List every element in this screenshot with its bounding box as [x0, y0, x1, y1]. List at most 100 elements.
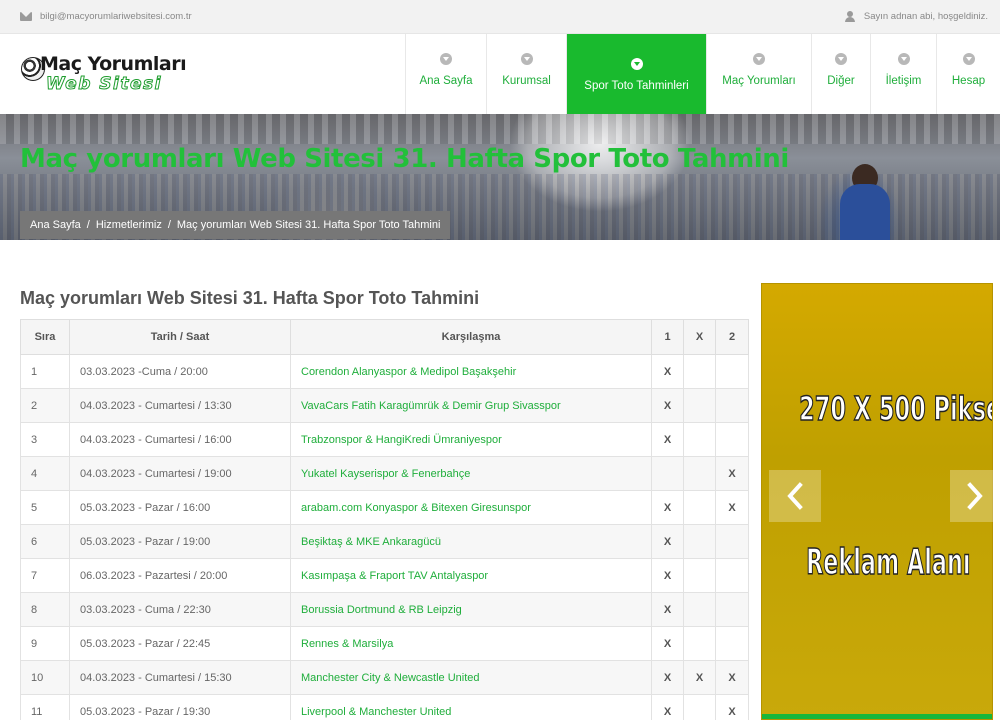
- cell-match[interactable]: Borussia Dortmund & RB Leipzig: [290, 592, 652, 627]
- cell-match[interactable]: Manchester City & Newcastle United: [290, 660, 652, 695]
- welcome-message: Sayın adnan abi, hoşgeldiniz.: [844, 11, 988, 22]
- table-row: 11 05.03.2023 - Pazar / 19:30 Liverpool & …: [20, 694, 749, 720]
- chevron-down-circle-icon: [630, 58, 643, 70]
- cell-pick-1: X: [651, 660, 684, 695]
- cell-pick-1: X: [651, 422, 684, 457]
- nav-item-kurumsal[interactable]: Kurumsal: [486, 34, 566, 114]
- logo-line2: Web Sitesi: [46, 74, 162, 95]
- cell-date: 04.03.2023 - Cumartesi / 13:30: [69, 388, 291, 423]
- content-heading: Maç yorumları Web Sitesi 31. Hafta Spor …: [20, 288, 480, 308]
- cell-pick-1: X: [651, 490, 684, 525]
- cell-match[interactable]: Yukatel Kayserispor & Fenerbahçe: [290, 456, 652, 491]
- main-nav: Ana Sayfa Kurumsal Spor Toto Tahminleri …: [405, 34, 1000, 114]
- chevron-down-circle-icon: [440, 53, 452, 65]
- ad-label-text: Reklam Alanı: [806, 541, 971, 584]
- cell-pick-2: X: [715, 694, 749, 720]
- table-row: 4 04.03.2023 - Cumartesi / 19:00 Yukatel K…: [20, 456, 749, 491]
- cell-date: 05.03.2023 - Pazar / 22:45: [69, 626, 291, 661]
- breadcrumb-link-home[interactable]: Ana Sayfa: [30, 219, 81, 231]
- cell-pick-1: X: [651, 354, 684, 389]
- chevron-right-icon: [967, 482, 983, 510]
- cell-no: 9: [20, 626, 70, 661]
- nav-item-spor-toto-tahminleri[interactable]: Spor Toto Tahminleri: [566, 34, 706, 114]
- cell-date: 04.03.2023 - Cumartesi / 19:00: [69, 456, 291, 491]
- contact-email[interactable]: bilgi@macyorumlariwebsitesi.com.tr: [20, 11, 192, 22]
- cell-no: 10: [20, 660, 70, 695]
- cell-pick-2: X: [715, 490, 749, 525]
- col-header-tarih: Tarih / Saat: [69, 319, 291, 355]
- nav-label: Spor Toto Tahminleri: [584, 80, 689, 92]
- breadcrumb: Ana Sayfa / Hizmetlerimiz / Maç yorumlar…: [20, 211, 451, 239]
- nav-item-mac-yorumlari[interactable]: Maç Yorumları: [706, 34, 811, 114]
- nav-label: İletişim: [885, 75, 922, 87]
- cell-no: 6: [20, 524, 70, 559]
- cell-date: 04.03.2023 - Cumartesi / 16:00: [69, 422, 291, 457]
- ad-size-text: 270 X 500 Piksel: [799, 388, 993, 429]
- cell-pick-2: [715, 388, 749, 423]
- cell-match[interactable]: Kasımpaşa & Fraport TAV Antalyaspor: [290, 558, 652, 593]
- site-logo[interactable]: Maç Yorumları Web Sitesi: [20, 52, 200, 96]
- cell-no: 3: [20, 422, 70, 457]
- user-icon: [844, 11, 855, 22]
- cell-date: 03.03.2023 -Cuma / 20:00: [69, 354, 291, 389]
- logo-line1: Maç Yorumları: [40, 53, 187, 75]
- table-row: 2 04.03.2023 - Cumartesi / 13:30 VavaCars …: [20, 388, 749, 423]
- nav-label: Diğer: [827, 75, 855, 87]
- cell-pick-x: X: [683, 660, 716, 695]
- slider-prev-button[interactable]: [769, 470, 821, 522]
- breadcrumb-link-services[interactable]: Hizmetlerimiz: [96, 219, 162, 231]
- cell-pick-x: [683, 490, 716, 525]
- cell-pick-x: [683, 422, 716, 457]
- nav-label: Kurumsal: [502, 75, 551, 87]
- chevron-down-circle-icon: [962, 53, 975, 65]
- nav-item-ana-sayfa[interactable]: Ana Sayfa: [405, 34, 486, 114]
- cell-pick-2: [715, 524, 749, 559]
- cell-pick-x: [683, 626, 716, 661]
- cell-pick-x: [683, 456, 716, 491]
- welcome-text: Sayın adnan abi, hoşgeldiniz.: [863, 11, 988, 22]
- nav-item-iletisim[interactable]: İletişim: [870, 34, 936, 114]
- cell-match[interactable]: Rennes & Marsilya: [290, 626, 652, 661]
- chevron-down-circle-icon: [520, 53, 533, 65]
- cell-pick-x: [683, 694, 716, 720]
- cell-pick-2: X: [715, 456, 749, 491]
- email-text[interactable]: bilgi@macyorumlariwebsitesi.com.tr: [40, 11, 192, 22]
- cell-pick-1: X: [651, 558, 684, 593]
- chevron-left-icon: [787, 482, 803, 510]
- nav-item-diger[interactable]: Diğer: [811, 34, 870, 114]
- cell-match[interactable]: Trabzonspor & HangiKredi Ümraniyespor: [290, 422, 652, 457]
- cell-no: 8: [20, 592, 70, 627]
- cell-no: 1: [20, 354, 70, 389]
- cell-date: 05.03.2023 - Pazar / 19:00: [69, 524, 291, 559]
- ad-bottom-strip: [762, 714, 992, 719]
- cell-pick-2: [715, 626, 749, 661]
- predictions-table: Sıra Tarih / Saat Karşılaşma 1 X 2 1 03.0…: [20, 319, 749, 720]
- cell-pick-2: [715, 558, 749, 593]
- cell-match[interactable]: VavaCars Fatih Karagümrük & Demir Grup S…: [290, 388, 652, 423]
- cell-pick-1: X: [651, 626, 684, 661]
- table-row: 3 04.03.2023 - Cumartesi / 16:00 Trabzonsp…: [20, 422, 749, 457]
- table-row: 7 06.03.2023 - Pazartesi / 20:00 Kasımpaşa…: [20, 558, 749, 593]
- cell-pick-2: [715, 592, 749, 627]
- breadcrumb-separator: /: [167, 219, 171, 231]
- slider-next-button[interactable]: [950, 470, 1000, 522]
- site-header: Maç Yorumları Web Sitesi Ana Sayfa Kurum…: [0, 34, 1000, 114]
- cell-pick-1: [651, 456, 684, 491]
- cell-pick-2: [715, 422, 749, 457]
- player-figure: [840, 184, 890, 240]
- cell-pick-1: X: [651, 388, 684, 423]
- cell-match[interactable]: Beşiktaş & MKE Ankaragücü: [290, 524, 652, 559]
- cell-date: 06.03.2023 - Pazartesi / 20:00: [69, 558, 291, 593]
- col-header-x: X: [683, 319, 716, 355]
- cell-match[interactable]: arabam.com Konyaspor & Bitexen Giresunsp…: [290, 490, 652, 525]
- cell-pick-2: [715, 354, 749, 389]
- col-header-sira: Sıra: [20, 319, 70, 355]
- cell-match[interactable]: Liverpool & Manchester United: [290, 694, 652, 720]
- cell-match[interactable]: Corendon Alanyaspor & Medipol Başakşehir: [290, 354, 652, 389]
- cell-date: 03.03.2023 - Cuma / 22:30: [69, 592, 291, 627]
- top-bar: bilgi@macyorumlariwebsitesi.com.tr Sayın…: [0, 0, 1000, 34]
- col-header-2: 2: [715, 319, 749, 355]
- nav-label: Hesap: [951, 75, 986, 87]
- nav-item-hesap[interactable]: Hesap: [936, 34, 1000, 114]
- cell-no: 2: [20, 388, 70, 423]
